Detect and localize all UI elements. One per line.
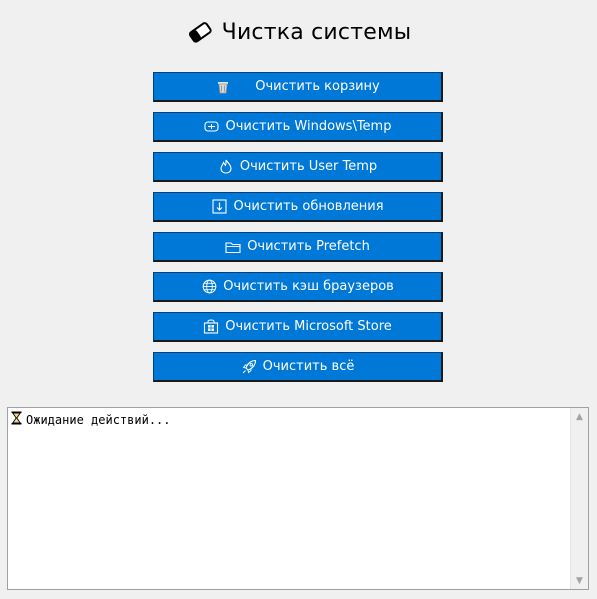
hourglass-icon xyxy=(11,411,22,428)
page-title: Чистка системы xyxy=(221,19,412,45)
clear-updates-button[interactable]: Очистить обновления xyxy=(153,192,443,222)
clear-user-temp-button[interactable]: Очистить User Temp xyxy=(153,152,443,182)
eraser-icon xyxy=(186,18,214,46)
log-scrollbar[interactable]: ▲ ▼ xyxy=(570,408,588,589)
clear-microsoft-store-label: Очистить Microsoft Store xyxy=(225,319,392,334)
app-window: Чистка системы Очистить корзину Очистить… xyxy=(0,0,597,599)
clear-all-label: Очистить всё xyxy=(262,359,355,374)
drive-icon xyxy=(204,119,220,135)
clear-windows-temp-label: Очистить Windows\Temp xyxy=(225,119,392,134)
globe-icon xyxy=(201,279,217,295)
clear-prefetch-button[interactable]: Очистить Prefetch xyxy=(153,232,443,262)
clear-updates-label: Очистить обновления xyxy=(233,199,384,214)
clear-prefetch-label: Очистить Prefetch xyxy=(247,239,370,254)
clear-browser-cache-label: Очистить кэш браузеров xyxy=(223,279,394,294)
clear-microsoft-store-button[interactable]: Очистить Microsoft Store xyxy=(153,312,443,342)
clear-recycle-bin-label: Очистить корзину xyxy=(255,79,380,94)
scroll-up-arrow-icon[interactable]: ▲ xyxy=(571,408,588,425)
header: Чистка системы xyxy=(0,16,597,48)
clear-all-button[interactable]: Очистить всё xyxy=(153,352,443,382)
log-text: Ожидание действий... xyxy=(26,412,171,427)
folder-icon xyxy=(225,239,241,255)
action-buttons: Очистить корзину Очистить Windows\Temp О… xyxy=(153,72,443,392)
log-output[interactable]: Ожидание действий... ▲ ▼ xyxy=(7,407,589,590)
clear-windows-temp-button[interactable]: Очистить Windows\Temp xyxy=(153,112,443,142)
log-line: Ожидание действий... xyxy=(11,411,568,428)
clear-browser-cache-button[interactable]: Очистить кэш браузеров xyxy=(153,272,443,302)
trash-icon xyxy=(215,79,231,95)
clear-user-temp-label: Очистить User Temp xyxy=(239,159,378,174)
store-icon xyxy=(203,319,219,335)
scroll-down-arrow-icon[interactable]: ▼ xyxy=(571,572,588,589)
rocket-icon xyxy=(241,359,257,375)
clear-recycle-bin-button[interactable]: Очистить корзину xyxy=(153,72,443,102)
flame-icon xyxy=(218,159,234,175)
download-icon xyxy=(211,199,227,215)
